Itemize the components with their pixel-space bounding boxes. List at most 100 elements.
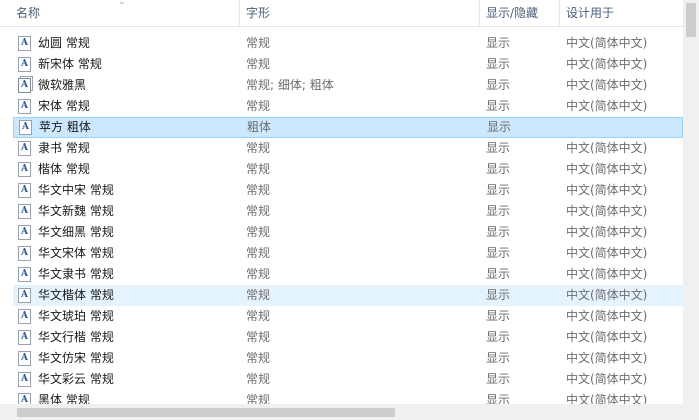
font-visibility: 显示: [486, 330, 511, 344]
font-row[interactable]: 新宋体 常规 常规 显示 中文(简体中文): [13, 54, 683, 75]
font-style: 常规: [246, 267, 271, 281]
font-row[interactable]: 宋体 常规 常规 显示 中文(简体中文): [13, 96, 683, 117]
font-designed-for: 中文(简体中文): [566, 162, 648, 176]
font-family-icon: [18, 78, 31, 93]
font-row[interactable]: 华文中宋 常规 常规 显示 中文(简体中文): [13, 180, 683, 201]
font-style: 常规: [246, 372, 271, 386]
font-style: 常规: [246, 141, 271, 155]
font-style: 常规: [246, 288, 271, 302]
font-style: 常规: [246, 309, 271, 323]
font-row[interactable]: 幼圆 常规 常规 显示 中文(简体中文): [13, 33, 683, 54]
font-file-icon: [18, 36, 31, 51]
font-name: 华文隶书 常规: [38, 267, 114, 281]
font-list: 幼圆 常规常规显示中文(简体中文)新宋体 常规常规显示中文(简体中文)微软雅黑常…: [0, 27, 683, 404]
font-visibility: 显示: [486, 225, 511, 239]
font-name: 华文仿宋 常规: [38, 351, 114, 365]
font-file-icon: [18, 330, 31, 345]
font-row[interactable]: 黑体 常规 常规 显示 中文(简体中文): [13, 390, 683, 404]
font-designed-for: 中文(简体中文): [566, 288, 648, 302]
column-header-show-hide[interactable]: 显示/隐藏: [479, 0, 559, 27]
column-header-designed-for[interactable]: 设计用于: [559, 0, 683, 27]
font-style: 常规: [246, 330, 271, 344]
font-name: 华文细黑 常规: [38, 225, 114, 239]
font-style: 常规: [246, 57, 271, 71]
font-style: 常规: [246, 204, 271, 218]
font-file-icon: [18, 99, 31, 114]
column-header-name-label: 名称: [16, 6, 41, 20]
font-name: 幼圆 常规: [38, 36, 90, 50]
font-visibility: 显示: [486, 57, 511, 71]
font-designed-for: 中文(简体中文): [566, 267, 648, 281]
font-name: 华文彩云 常规: [38, 372, 114, 386]
font-row[interactable]: 华文行楷 常规 常规 显示 中文(简体中文): [13, 327, 683, 348]
font-name: 微软雅黑: [38, 78, 87, 92]
font-designed-for: 中文(简体中文): [566, 78, 648, 92]
font-file-icon: [18, 309, 31, 324]
font-designed-for: 中文(简体中文): [566, 246, 648, 260]
font-name: 楷体 常规: [38, 162, 90, 176]
font-designed-for: 中文(简体中文): [566, 183, 648, 197]
font-visibility: 显示: [486, 246, 511, 260]
column-header-show-hide-label: 显示/隐藏: [486, 6, 539, 20]
column-header-style-label: 字形: [246, 6, 271, 20]
horizontal-scrollbar[interactable]: [0, 404, 699, 420]
vertical-scrollbar-thumb[interactable]: [686, 3, 696, 37]
font-row[interactable]: 苹方 粗体 粗体 显示: [13, 117, 683, 138]
font-row[interactable]: 华文琥珀 常规 常规 显示 中文(简体中文): [13, 306, 683, 327]
font-visibility: 显示: [486, 372, 511, 386]
font-designed-for: 中文(简体中文): [566, 99, 648, 113]
font-designed-for: 中文(简体中文): [566, 204, 648, 218]
font-file-icon: [18, 162, 31, 177]
font-name: 华文宋体 常规: [38, 246, 114, 260]
font-visibility: 显示: [486, 288, 511, 302]
font-designed-for: 中文(简体中文): [566, 393, 648, 404]
font-designed-for: 中文(简体中文): [566, 36, 648, 50]
font-file-icon: [18, 141, 31, 156]
column-header-designed-for-label: 设计用于: [566, 6, 615, 20]
font-visibility: 显示: [486, 162, 511, 176]
font-visibility: 显示: [486, 78, 511, 92]
font-name: 华文琥珀 常规: [38, 309, 114, 323]
font-row[interactable]: 华文宋体 常规 常规 显示 中文(简体中文): [13, 243, 683, 264]
font-name: 苹方 粗体: [39, 120, 91, 134]
font-row[interactable]: 华文楷体 常规 常规 显示 中文(简体中文): [13, 285, 683, 306]
font-name: 华文楷体 常规: [38, 288, 114, 302]
font-visibility: 显示: [486, 141, 511, 155]
font-designed-for: 中文(简体中文): [566, 351, 648, 365]
font-row[interactable]: 楷体 常规 常规 显示 中文(简体中文): [13, 159, 683, 180]
font-designed-for: 中文(简体中文): [566, 372, 648, 386]
font-row[interactable]: 华文细黑 常规 常规 显示 中文(简体中文): [13, 222, 683, 243]
font-file-icon: [18, 372, 31, 387]
font-row[interactable]: 华文新魏 常规 常规 显示 中文(简体中文): [13, 201, 683, 222]
font-visibility: 显示: [486, 204, 511, 218]
font-style: 粗体: [247, 120, 272, 134]
column-header-row: 名称 ⌄ 字形 显示/隐藏 设计用于: [0, 0, 683, 27]
font-style: 常规: [246, 183, 271, 197]
font-row[interactable]: 微软雅黑 常规; 细体; 粗体 显示 中文(简体中文): [13, 75, 683, 96]
font-designed-for: 中文(简体中文): [566, 309, 648, 323]
font-visibility: 显示: [486, 36, 511, 50]
font-row[interactable]: 华文彩云 常规 常规 显示 中文(简体中文): [13, 369, 683, 390]
font-file-icon: [18, 351, 31, 366]
font-visibility: 显示: [486, 183, 511, 197]
font-designed-for: 中文(简体中文): [566, 330, 648, 344]
font-style: 常规: [246, 351, 271, 365]
font-designed-for: 中文(简体中文): [566, 57, 648, 71]
font-name: 华文新魏 常规: [38, 204, 114, 218]
font-designed-for: 中文(简体中文): [566, 141, 648, 155]
font-style: 常规; 细体; 粗体: [246, 78, 334, 92]
font-visibility: 显示: [486, 99, 511, 113]
column-header-style[interactable]: 字形: [239, 0, 479, 27]
font-file-icon: [18, 225, 31, 240]
font-designed-for: 中文(简体中文): [566, 225, 648, 239]
font-style: 常规: [246, 99, 271, 113]
font-name: 宋体 常规: [38, 99, 90, 113]
vertical-scrollbar[interactable]: [683, 0, 699, 404]
font-visibility: 显示: [486, 309, 511, 323]
horizontal-scrollbar-thumb[interactable]: [17, 408, 395, 417]
font-file-icon: [18, 393, 31, 404]
font-row[interactable]: 华文隶书 常规 常规 显示 中文(简体中文): [13, 264, 683, 285]
font-row[interactable]: 华文仿宋 常规 常规 显示 中文(简体中文): [13, 348, 683, 369]
font-row[interactable]: 隶书 常规 常规 显示 中文(简体中文): [13, 138, 683, 159]
font-file-icon: [18, 267, 31, 282]
